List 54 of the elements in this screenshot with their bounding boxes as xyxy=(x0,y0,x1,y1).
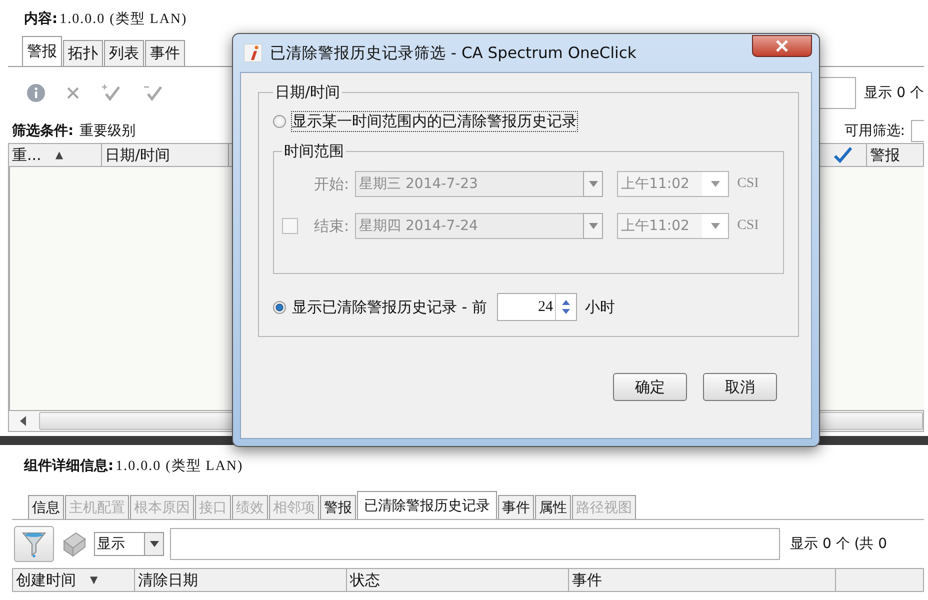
tab[interactable]: 警报 xyxy=(22,36,62,66)
radio-button[interactable] xyxy=(273,114,286,128)
column-header[interactable]: 创建时间 xyxy=(16,570,76,590)
group-label: 时间范围 xyxy=(283,142,345,161)
info-icon[interactable] xyxy=(26,83,46,103)
group-label: 日期/时间 xyxy=(274,83,342,102)
tab[interactable]: 警报 xyxy=(320,495,356,519)
panel-title: 内容: xyxy=(24,10,58,28)
tab[interactable]: 拓扑 xyxy=(63,40,103,66)
close-icon[interactable] xyxy=(66,86,80,100)
add-check-icon[interactable] xyxy=(100,83,122,103)
count-label: 显示 0 个 xyxy=(864,84,924,102)
field-label: 开始: xyxy=(314,174,350,194)
timezone-label: CSI xyxy=(737,218,759,234)
sort-icon: ▲ xyxy=(55,150,64,160)
column-header[interactable]: 状态 xyxy=(350,570,380,590)
tab[interactable]: 属性 xyxy=(535,495,571,519)
filter-button[interactable] xyxy=(14,526,54,562)
column-header[interactable]: 重... xyxy=(12,146,42,164)
filter-value: 重要级别 xyxy=(80,122,136,140)
column-header[interactable]: 事件 xyxy=(572,570,602,590)
column-header[interactable]: 警报 xyxy=(867,144,923,166)
column-header[interactable]: 日期/时间 xyxy=(105,146,170,164)
scroll-left-icon[interactable] xyxy=(19,416,27,426)
panel-subtitle: 1.0.0.0 (类型 LAN) xyxy=(60,10,188,28)
tab[interactable]: 事件 xyxy=(498,495,534,519)
checkmark-icon xyxy=(834,147,852,163)
close-button[interactable] xyxy=(752,35,812,57)
dialog-button[interactable]: 取消 xyxy=(703,373,777,401)
filter-field[interactable] xyxy=(911,120,924,142)
unit-label: 小时 xyxy=(584,298,615,316)
tab[interactable]: 事件 xyxy=(145,40,185,66)
sort-icon: ▼ xyxy=(90,574,98,586)
view-dropdown[interactable]: 显示 xyxy=(94,532,164,556)
tab[interactable]: 已清除警报历史记录 xyxy=(357,491,497,519)
search-field[interactable] xyxy=(170,528,780,560)
count-label: 显示 0 个 (共 0 xyxy=(790,535,888,553)
window-title: 已清除警报历史记录筛选 - CA Spectrum OneClick xyxy=(270,42,636,64)
radio-label[interactable]: 显示某一时间范围内的已清除警报历史记录 xyxy=(292,112,577,130)
hours-spinner[interactable]: 24 xyxy=(496,293,577,321)
timezone-label: CSI xyxy=(737,176,759,192)
panel-subtitle: 1.0.0.0 (类型 LAN) xyxy=(116,458,244,475)
column-header[interactable]: 清除日期 xyxy=(138,570,198,590)
tab[interactable]: 信息 xyxy=(28,495,64,519)
app-icon xyxy=(244,44,262,62)
radio-label[interactable]: 显示已清除警报历史记录 - 前 xyxy=(292,298,487,316)
radio-button[interactable] xyxy=(273,300,286,314)
field-label: 结束: xyxy=(314,216,350,236)
tab[interactable]: 列表 xyxy=(104,40,144,66)
available-filters-label: 可用筛选: xyxy=(844,122,905,140)
filter-label: 筛选条件: xyxy=(12,122,74,140)
panel-title: 组件详细信息: xyxy=(24,457,114,475)
dialog-button[interactable]: 确定 xyxy=(613,373,687,401)
dropdown-arrow-icon[interactable] xyxy=(150,541,158,547)
